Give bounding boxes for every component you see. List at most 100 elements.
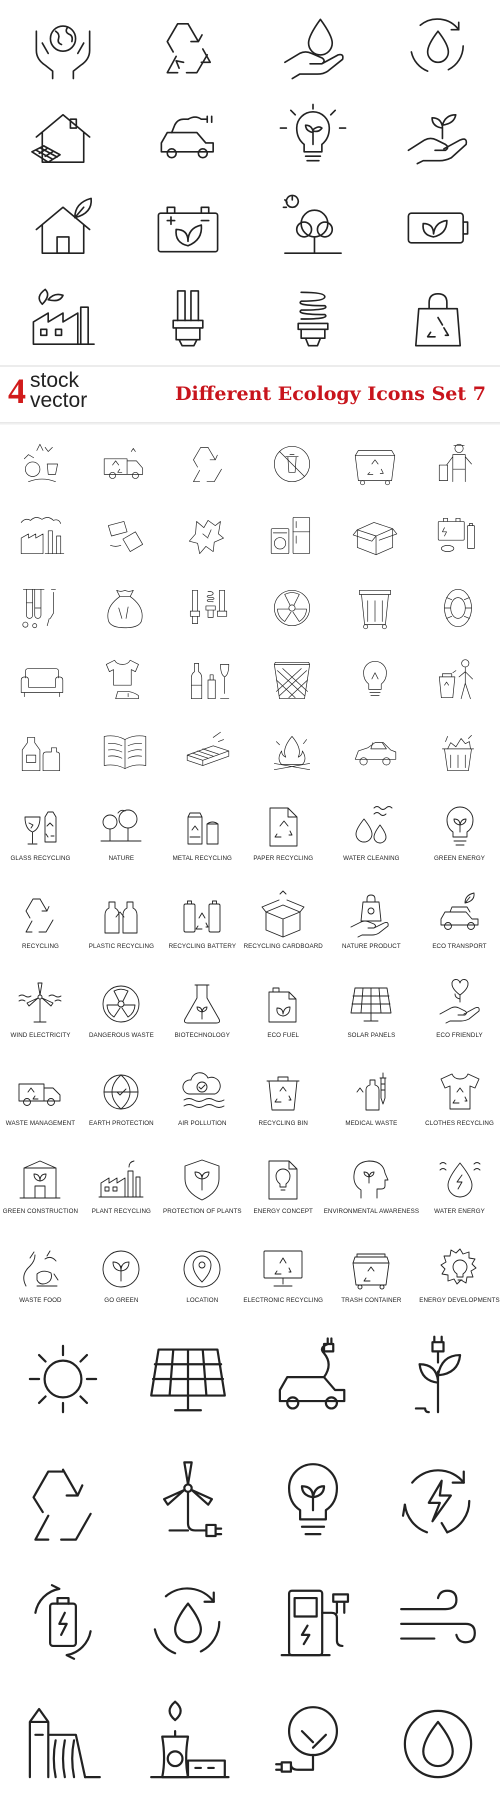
set1-icon-cell <box>125 91 250 182</box>
icon-caption: Air Pollution <box>178 1120 227 1128</box>
batteries-recycle-icon <box>183 900 221 933</box>
icon-set-1 <box>0 0 500 365</box>
icon-caption: Medical Waste <box>345 1120 398 1128</box>
set1-icon-cell <box>125 183 250 274</box>
icon-caption: Waste Management <box>5 1120 76 1128</box>
set3-icon-cell: Nature <box>81 788 162 876</box>
heart-plant-hand-icon <box>439 978 480 1024</box>
icon-caption: Water Energy <box>434 1208 485 1216</box>
wooden-pallet-icon <box>187 731 230 766</box>
set3-icon-cell: Green Energy <box>419 788 500 876</box>
set4-icon-cell <box>250 1318 375 1440</box>
electric-car-plug-icon <box>278 1337 345 1410</box>
test-tubes-icon <box>22 588 56 629</box>
icon-caption: Clothes Recycling <box>425 1120 494 1128</box>
recycle-triangle-icon <box>31 1468 92 1541</box>
set2-icon-cell <box>167 428 250 500</box>
set4-icon-cell <box>375 1318 500 1440</box>
factory-plant-icon <box>32 288 95 346</box>
lab-flask-icon <box>184 984 221 1024</box>
trees-icon <box>100 809 142 842</box>
set1-icon-cell <box>250 183 375 274</box>
overflowing-trash-icon <box>442 735 475 772</box>
cfl-lamp-icon <box>171 290 204 347</box>
brand-logo: 4 stock vector <box>8 370 87 411</box>
cardboard-box-icon <box>261 890 305 938</box>
trash-bag-icon <box>107 589 143 629</box>
set2-icon-cell <box>417 428 500 500</box>
paper-scrap-icon <box>189 520 225 555</box>
globe-shield-icon <box>103 1074 139 1110</box>
set3-icon-cell: Biotechnology <box>162 965 243 1053</box>
icon-caption: Recycling Cardboard <box>243 943 323 951</box>
icon-caption: Glass Recycling <box>10 855 71 863</box>
set4-icon-cell <box>375 1562 500 1684</box>
set4-icon-cell <box>0 1440 125 1562</box>
set1-icon-cell <box>375 0 500 91</box>
set1-icon-cell <box>125 274 250 365</box>
plant-in-hand-icon <box>407 113 467 165</box>
icon-caption: Earth Protection <box>89 1120 154 1128</box>
icon-caption: Energy Concept <box>253 1208 313 1216</box>
glass-bottles-icon <box>191 663 230 700</box>
set2-icon-cell <box>417 500 500 572</box>
set3-icon-cell: Paper Recycling <box>243 788 324 876</box>
icon-caption: Eco Fuel <box>267 1031 300 1039</box>
set3-icon-cell: Recycling Bin <box>243 1053 324 1141</box>
light-bulb-plant-icon <box>279 103 346 162</box>
campfire-icon <box>273 736 310 771</box>
set4-icon-cell <box>250 1683 375 1805</box>
set2-icon-cell <box>250 428 333 500</box>
icon-caption: Wind Electricity <box>10 1031 71 1039</box>
icon-caption: Water Cleaning <box>343 855 400 863</box>
set4-icon-cell <box>250 1440 375 1562</box>
energy-cycle-icon <box>401 1468 470 1534</box>
shield-leaf-icon <box>184 1159 220 1201</box>
set2-icon-cell <box>83 500 166 572</box>
icon-caption: Dangerous Waste <box>88 1031 154 1039</box>
set2-icon-cell <box>0 716 83 788</box>
set3-icon-cell: Waste Management <box>0 1053 81 1141</box>
charging-station-icon <box>280 1589 349 1657</box>
head-leaf-icon <box>353 1160 389 1199</box>
set2-icon-cell <box>250 500 333 572</box>
set3-icon-cell: Eco Fuel <box>243 965 324 1053</box>
set3-icon-cell: Metal Recycling <box>162 788 243 876</box>
set3-icon-cell: Glass Recycling <box>0 788 81 876</box>
set3-icon-cell: Protection of Plants <box>162 1141 243 1229</box>
set3-icon-cell: Water Energy <box>419 1141 500 1229</box>
bulb-leaf-icon <box>446 806 473 846</box>
tree-sun-icon <box>282 194 342 255</box>
radiation-sign-icon <box>102 985 140 1023</box>
old-sofa-icon <box>20 668 63 697</box>
trash-container-icon <box>352 1253 390 1290</box>
set3-icon-cell: Plastic Recycling <box>81 876 162 964</box>
set3-icon-cell: Dangerous Waste <box>81 965 162 1053</box>
set3-icon-cell: Water Cleaning <box>324 788 419 876</box>
bag-in-hand-icon <box>350 894 389 938</box>
food-waste-icon <box>23 1250 59 1287</box>
icon-caption: Paper Recycling <box>253 855 314 863</box>
icon-caption: Recycling Battery <box>168 943 237 951</box>
wicker-basket-icon <box>273 661 310 700</box>
set2-icon-cell <box>83 572 166 644</box>
batteries-icon <box>438 517 476 552</box>
set4-icon-cell <box>250 1562 375 1684</box>
set4-icon-cell <box>0 1683 125 1805</box>
icon-caption: Environmental Awareness <box>323 1208 420 1216</box>
brand-digit: 4 <box>8 370 26 411</box>
watermark-banner: 4 stock vector Different Ecology Icons S… <box>0 365 500 425</box>
set2-icon-cell <box>0 428 83 500</box>
wind-turbine-icon <box>19 982 62 1023</box>
recycling-bag-icon <box>414 293 461 347</box>
icon-caption: Metal Recycling <box>172 855 232 863</box>
solar-panel-icon <box>350 987 392 1022</box>
waste-truck-icon <box>19 1083 61 1107</box>
person-throwing-trash-icon <box>439 659 474 700</box>
battery-cycle-icon <box>33 1584 92 1661</box>
icon-caption: Eco Transport <box>432 943 487 951</box>
set2-icon-cell <box>0 500 83 572</box>
factory-pollution-icon <box>20 517 64 555</box>
wheelie-bin-icon <box>359 589 391 630</box>
brand-words: stock vector <box>30 370 87 411</box>
